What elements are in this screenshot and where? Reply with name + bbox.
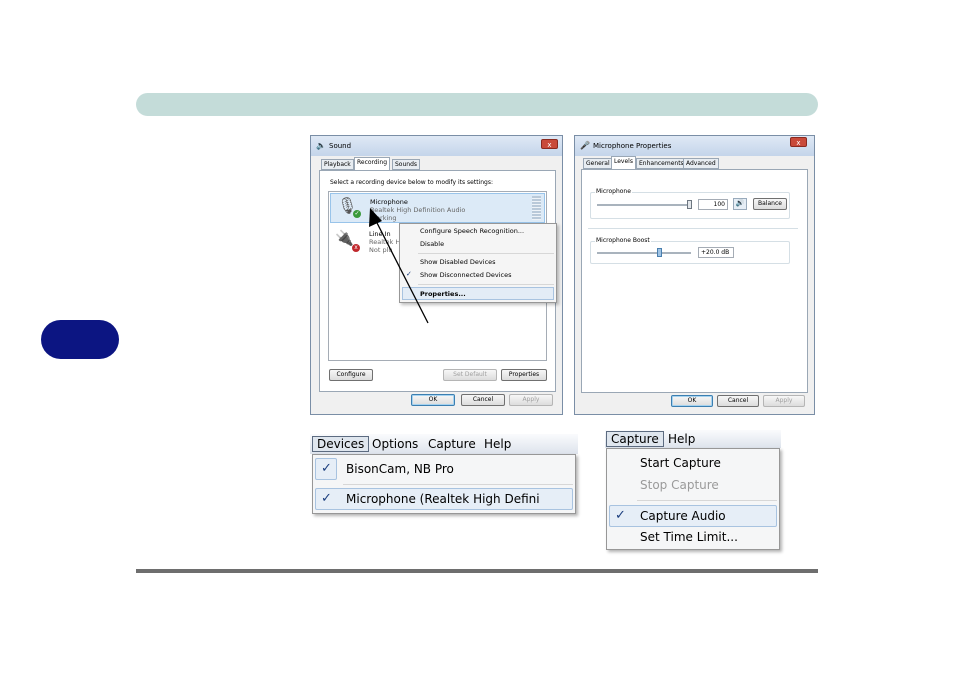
menu-item-capture-audio[interactable]: Capture Audio	[640, 509, 726, 523]
microphone-boost-group: Microphone Boost +20.0 dB	[590, 237, 790, 264]
microphone-boost-label: Microphone Boost	[595, 237, 651, 244]
menu-item-start-capture[interactable]: Start Capture	[640, 456, 721, 470]
tab-advanced[interactable]: Advanced	[683, 158, 719, 169]
menu-devices[interactable]: Devices	[312, 436, 370, 452]
menu-item-bisoncam[interactable]: BisonCam, NB Pro	[346, 462, 454, 476]
tab-sounds[interactable]: Sounds	[392, 159, 421, 170]
menu-options[interactable]: Options	[372, 437, 418, 451]
close-button[interactable]: x	[541, 139, 558, 149]
cancel-button[interactable]: Cancel	[461, 394, 505, 406]
instruction-text: Select a recording device below to modif…	[330, 179, 494, 186]
microphone-label: Microphone	[595, 188, 632, 195]
menu-help[interactable]: Help	[668, 432, 695, 446]
speaker-mute-icon[interactable]: 🔊	[733, 198, 747, 210]
window-title: Sound	[329, 142, 352, 150]
line-in-icon: 🔌	[335, 229, 354, 247]
ok-button[interactable]: OK	[671, 395, 713, 407]
apply-button[interactable]: Apply	[763, 395, 805, 407]
level-meter	[532, 196, 541, 220]
devices-dropdown: ✓ BisonCam, NB Pro ✓ Microphone (Realtek…	[312, 454, 576, 514]
microphone-properties-dialog: 🎤 Microphone Properties x General Levels…	[574, 135, 815, 415]
balance-button[interactable]: Balance	[753, 198, 787, 210]
capture-dropdown: Start Capture Stop Capture ✓ Capture Aud…	[606, 448, 780, 550]
menu-item-set-time-limit[interactable]: Set Time Limit...	[640, 530, 738, 544]
arrow-line	[373, 216, 429, 324]
menu-item-microphone[interactable]: Microphone (Realtek High Defini	[346, 492, 540, 506]
microphone-slider-thumb[interactable]	[687, 200, 692, 209]
set-default-button[interactable]: Set Default	[443, 369, 497, 381]
check-icon: ✓	[615, 508, 626, 523]
close-button[interactable]: x	[790, 137, 807, 147]
menu-capture[interactable]: Capture	[428, 437, 476, 451]
menu-item-stop-capture[interactable]: Stop Capture	[640, 478, 719, 492]
title-bar: 🎤 Microphone Properties x	[575, 136, 814, 156]
microphone-icon: 🎤	[580, 141, 590, 150]
microphone-level-group: Microphone 100 🔊 Balance	[590, 188, 790, 219]
capture-menu-screenshot: Capture Help Start Capture Stop Capture …	[605, 430, 781, 550]
footer-rule	[136, 569, 818, 573]
pointer-arrow	[369, 208, 429, 324]
menu-separator	[637, 500, 777, 501]
apply-button[interactable]: Apply	[509, 394, 553, 406]
devices-menu-screenshot: Devices Options Capture Help ✓ BisonCam,…	[310, 434, 578, 515]
tab-playback[interactable]: Playback	[321, 159, 354, 170]
menu-bar: Capture Help	[605, 430, 781, 448]
boost-slider-track	[597, 252, 691, 254]
menu-help[interactable]: Help	[484, 437, 511, 451]
window-title: Microphone Properties	[593, 142, 672, 150]
title-bar: 🔈 Sound x	[311, 136, 562, 156]
speaker-icon: 🔈	[316, 141, 326, 150]
tab-panel: Microphone 100 🔊 Balance Microphone Boos…	[581, 169, 808, 393]
check-icon: ✓	[321, 491, 332, 506]
arrow-head	[369, 208, 382, 227]
ok-button[interactable]: OK	[411, 394, 455, 406]
properties-button[interactable]: Properties	[501, 369, 547, 381]
tab-recording[interactable]: Recording	[354, 157, 391, 170]
tab-enhancements[interactable]: Enhancements	[636, 158, 687, 169]
unplugged-icon: x	[352, 244, 360, 252]
boost-slider-thumb[interactable]	[656, 248, 662, 257]
microphone-level-value[interactable]: 100	[698, 199, 728, 210]
tab-levels[interactable]: Levels	[611, 156, 636, 169]
header-bar	[136, 93, 818, 116]
menu-bar: Devices Options Capture Help	[310, 434, 578, 454]
tab-general[interactable]: General	[583, 158, 613, 169]
chapter-tab	[41, 320, 119, 359]
cancel-button[interactable]: Cancel	[717, 395, 759, 407]
microphone-slider-track	[597, 204, 691, 206]
menu-separator	[343, 484, 573, 485]
divider	[588, 228, 798, 229]
boost-value[interactable]: +20.0 dB	[698, 247, 734, 258]
configure-button[interactable]: Configure	[329, 369, 373, 381]
check-icon: ✓	[321, 461, 332, 476]
menu-capture[interactable]: Capture	[606, 431, 664, 447]
